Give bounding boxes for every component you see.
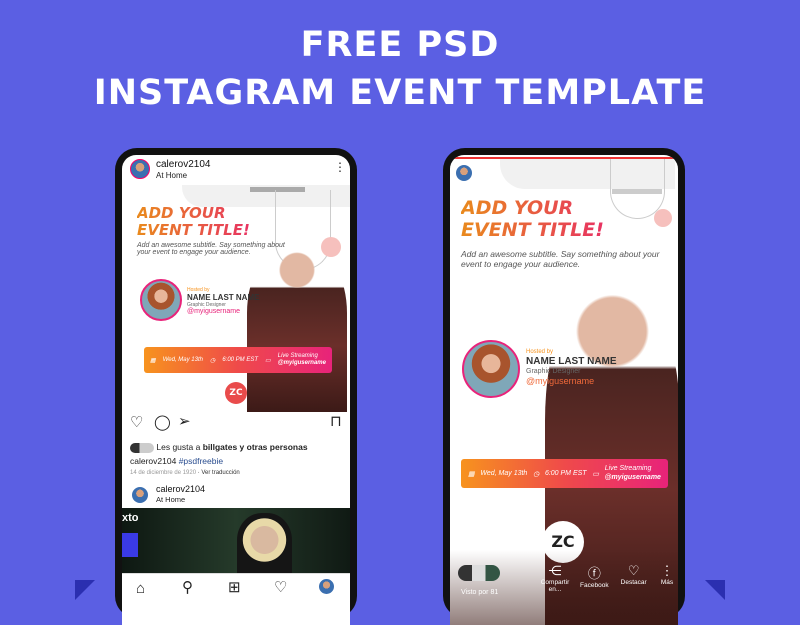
viewer-avatars[interactable]	[458, 565, 500, 581]
host-name: NAME LAST NAME	[187, 293, 260, 302]
bookmark-icon[interactable]: ⊓	[330, 414, 342, 429]
more-options-icon[interactable]: ⋮	[334, 161, 346, 173]
host-role: Graphic Designer	[526, 368, 581, 375]
facebook-button[interactable]: ⓕ Facebook	[577, 563, 611, 603]
heart-icon[interactable]: ♡	[274, 580, 287, 595]
post-location[interactable]: At Home	[156, 171, 187, 180]
more-label: Más	[660, 579, 674, 586]
host-handle: @myigusername	[526, 376, 595, 386]
liker-avatars	[130, 442, 154, 453]
facebook-label: Facebook	[580, 582, 609, 589]
headline-line1: FREE PSD	[300, 25, 500, 65]
event-title-line2: EVENT TITLE!	[461, 218, 604, 241]
calendar-icon: ▦	[468, 470, 475, 478]
next-post-location: At Home	[156, 495, 186, 504]
date-text: 14 de diciembre de 1920	[130, 470, 197, 476]
stream-handle: @myigusername	[277, 360, 326, 366]
brand-logo: ZC	[225, 382, 247, 404]
event-date: Wed, May 13th	[480, 470, 528, 477]
man-photo	[247, 247, 347, 412]
comment-icon[interactable]: ◯	[154, 415, 171, 430]
likes-text[interactable]: Les gusta a billgates y otras personas	[130, 442, 308, 453]
host-handle: @myigusername	[187, 308, 241, 315]
decor-triangle	[705, 580, 725, 600]
event-title-line1: ADD YOUR	[137, 204, 226, 222]
like-icon[interactable]: ♡	[130, 415, 143, 430]
decor-triangle	[75, 580, 95, 600]
post-image: ADD YOUR EVENT TITLE! Add an awesome sub…	[122, 185, 350, 412]
host-photo	[462, 340, 520, 398]
hosted-by-label: Hosted by	[526, 349, 554, 355]
avatar[interactable]	[130, 159, 150, 179]
highlight-button[interactable]: ♡ Destacar	[617, 563, 651, 603]
event-title-line2: EVENT TITLE!	[137, 221, 250, 240]
video-icon: ▭	[592, 470, 599, 478]
facebook-icon: ⓕ	[587, 566, 601, 581]
caption-user[interactable]: calerov2104	[130, 456, 176, 466]
event-time: 6:00 PM EST	[544, 470, 587, 477]
overlay-block	[122, 533, 138, 557]
translate-link[interactable]: · Ver traducción	[198, 470, 240, 476]
more-icon: ⋮	[660, 563, 674, 578]
story-screen: ADD YOUR EVENT TITLE! Add an awesome sub…	[450, 155, 678, 625]
search-icon[interactable]: ⚲	[182, 580, 193, 595]
stream-handle: @myigusername	[604, 473, 661, 481]
next-post-username[interactable]: calerov2104	[156, 484, 205, 494]
clock-icon: ◷	[533, 470, 540, 478]
event-banner: ▦ Wed, May 13th ◷ 6:00 PM EST ▭ Live Str…	[144, 347, 332, 373]
next-post-image: xto	[122, 508, 350, 573]
likes-suffix: y otras personas	[237, 442, 308, 452]
feed-screen: calerov2104 At Home ⋮ ADD YOUR EVENT TIT…	[122, 155, 350, 625]
event-title-line1: ADD YOUR	[461, 197, 574, 219]
seen-by[interactable]: Visto por 81	[461, 589, 498, 596]
event-subtitle: Add an awesome subtitle. Say something a…	[461, 249, 660, 269]
host-name: NAME LAST NAME	[526, 356, 617, 367]
phone-story: ADD YOUR EVENT TITLE! Add an awesome sub…	[443, 148, 685, 625]
caption-hashtag[interactable]: #psdfreebie	[179, 456, 223, 466]
highlight-icon: ♡	[627, 563, 640, 578]
calendar-icon: ▦	[150, 357, 156, 364]
caption: calerov2104 #psdfreebie	[130, 456, 223, 466]
avatar[interactable]	[132, 487, 148, 503]
share-icon: ⋲	[548, 563, 562, 578]
story-avatar[interactable]	[456, 165, 472, 181]
event-date: Wed, May 13th	[162, 357, 203, 363]
phone-feed: calerov2104 At Home ⋮ ADD YOUR EVENT TIT…	[115, 148, 357, 625]
overlay-text: xto	[122, 512, 139, 524]
decor-circle	[654, 209, 672, 227]
clock-icon: ◷	[210, 357, 216, 364]
bottom-nav: ⌂ ⚲ ⊞ ♡	[122, 573, 350, 603]
stream-label: Live Streaming	[604, 465, 652, 473]
likes-prefix: Les gusta a	[156, 442, 203, 452]
home-icon[interactable]: ⌂	[136, 581, 145, 596]
share-label: Compartir en...	[540, 579, 570, 593]
add-icon[interactable]: ⊞	[228, 580, 241, 595]
story-actions: ⋲ Compartir en... ⓕ Facebook ♡ Destacar ⋮ Má…	[538, 563, 678, 603]
more-button[interactable]: ⋮ Más	[656, 563, 678, 603]
highlight-label: Destacar	[620, 579, 647, 586]
event-time: 6:00 PM EST	[222, 357, 258, 363]
post-date: 14 de diciembre de 1920 · Ver traducción	[130, 470, 240, 476]
send-icon[interactable]: ➢	[178, 414, 191, 429]
post-username[interactable]: calerov2104	[156, 159, 210, 170]
share-button[interactable]: ⋲ Compartir en...	[538, 563, 572, 603]
host-photo	[140, 279, 182, 321]
profile-icon[interactable]	[319, 579, 334, 594]
video-icon: ▭	[265, 357, 271, 364]
headline-line2: INSTAGRAM EVENT TEMPLATE	[93, 73, 707, 113]
likes-user[interactable]: billgates	[203, 442, 237, 452]
event-banner: ▦ Wed, May 13th ◷ 6:00 PM EST ▭ Live Str…	[461, 459, 668, 488]
stream-label: Live Streaming	[277, 352, 318, 359]
person-photo	[237, 513, 292, 573]
